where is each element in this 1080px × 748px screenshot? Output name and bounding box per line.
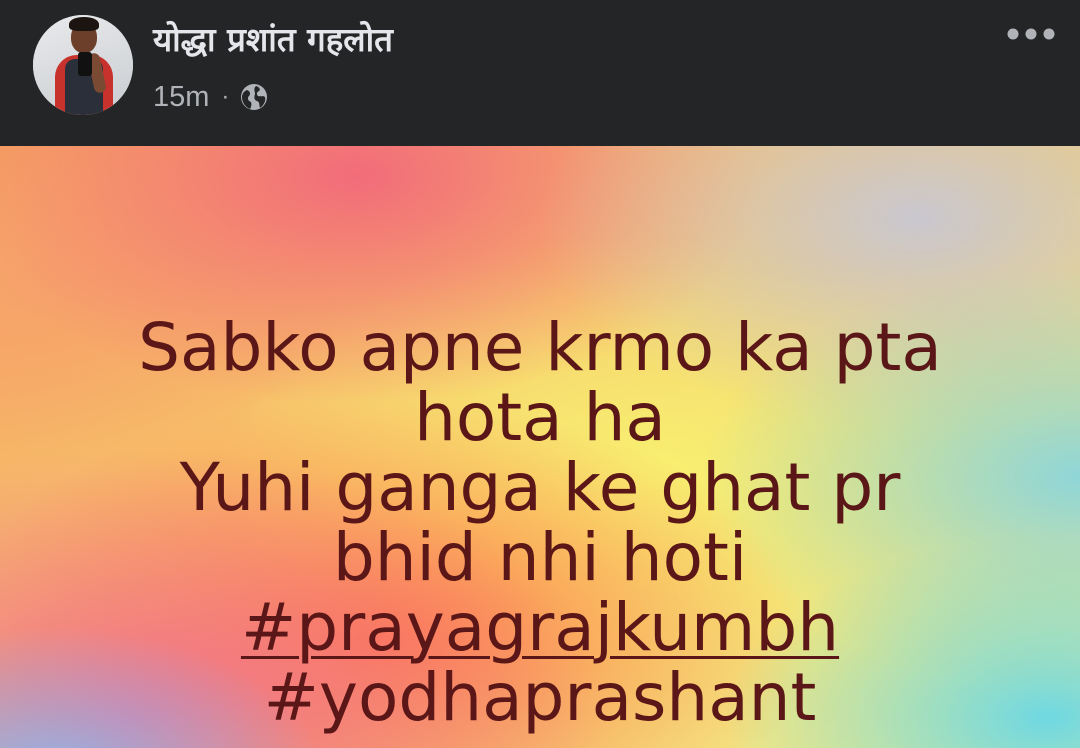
post-meta: 15m · [153,78,269,116]
quote-line: bhid nhi hoti [332,519,748,596]
quote-line: hota ha [414,379,666,456]
post-quote-text: Sabko apne krmo ka pta hota ha Yuhi gang… [0,313,1080,733]
quote-line: Sabko apne krmo ka pta [138,309,942,386]
facebook-post: योद्धा प्रशांत गहलोत 15m · Sabko apne kr… [0,0,1080,748]
hashtag-link-prayagrajkumbh[interactable]: #prayagrajkumbh [0,593,1080,663]
hashtag-link-yodhaprashant[interactable]: #yodhaprashant [0,663,1080,733]
post-timestamp[interactable]: 15m [153,81,209,114]
post-text-background: Sabko apne krmo ka pta hota ha Yuhi gang… [0,146,1080,748]
post-header: योद्धा प्रशांत गहलोत 15m · [0,0,1080,146]
author-avatar[interactable] [33,15,133,115]
globe-icon[interactable] [239,82,269,112]
more-options-icon[interactable] [998,14,1064,54]
author-name[interactable]: योद्धा प्रशांत गहलोत [153,18,393,62]
quote-line: Yuhi ganga ke ghat pr [179,449,901,526]
meta-separator: · [221,83,230,110]
